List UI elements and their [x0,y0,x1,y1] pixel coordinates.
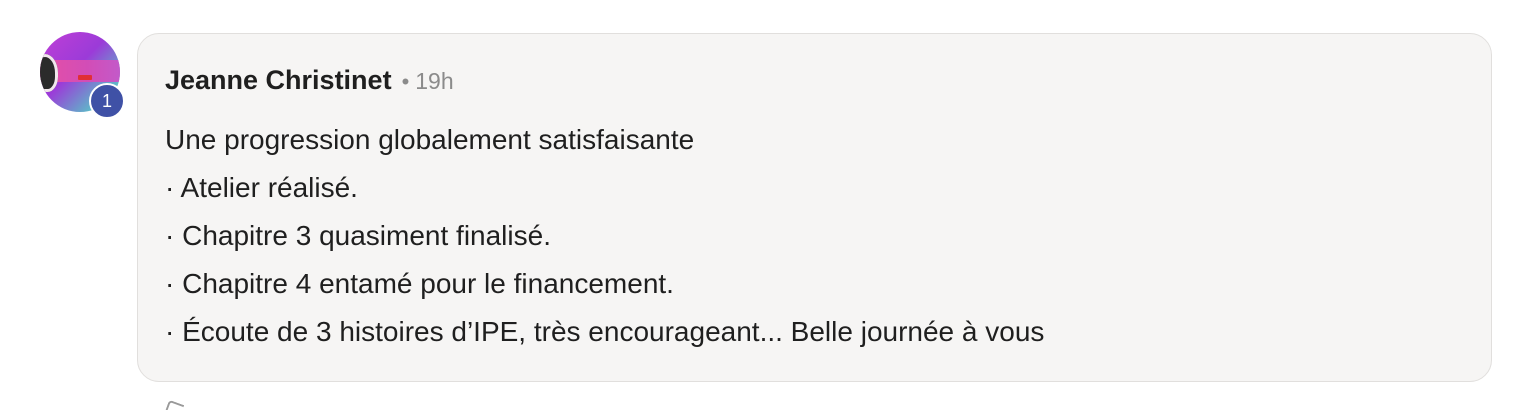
avatar-live-badge-image [78,75,92,80]
notification-count-badge: 1 [89,83,125,119]
reaction-icon[interactable] [163,399,185,410]
comment-line: · Chapitre 3 quasiment finalisé. [165,220,551,251]
comment-line: · Chapitre 4 entamé pour le financement. [165,268,674,299]
comment-line: Une progression globalement satisfaisant… [165,124,695,155]
meta-separator: • [401,69,410,94]
comment-body: Une progression globalement satisfaisant… [165,116,1044,356]
comment-line: · Écoute de 3 histoires d’IPE, très enco… [165,316,1045,347]
comment-bubble: Jeanne Christinet • 19h Une progression … [137,33,1492,382]
comment-item: 1 Jeanne Christinet • 19h Une progressio… [0,0,1516,410]
comment-header: Jeanne Christinet • 19h [165,65,454,96]
comment-line: · Atelier réalisé. [165,172,358,203]
author-name[interactable]: Jeanne Christinet [165,65,392,96]
badge-count: 1 [101,90,112,111]
comment-timestamp[interactable]: 19h [415,68,453,95]
